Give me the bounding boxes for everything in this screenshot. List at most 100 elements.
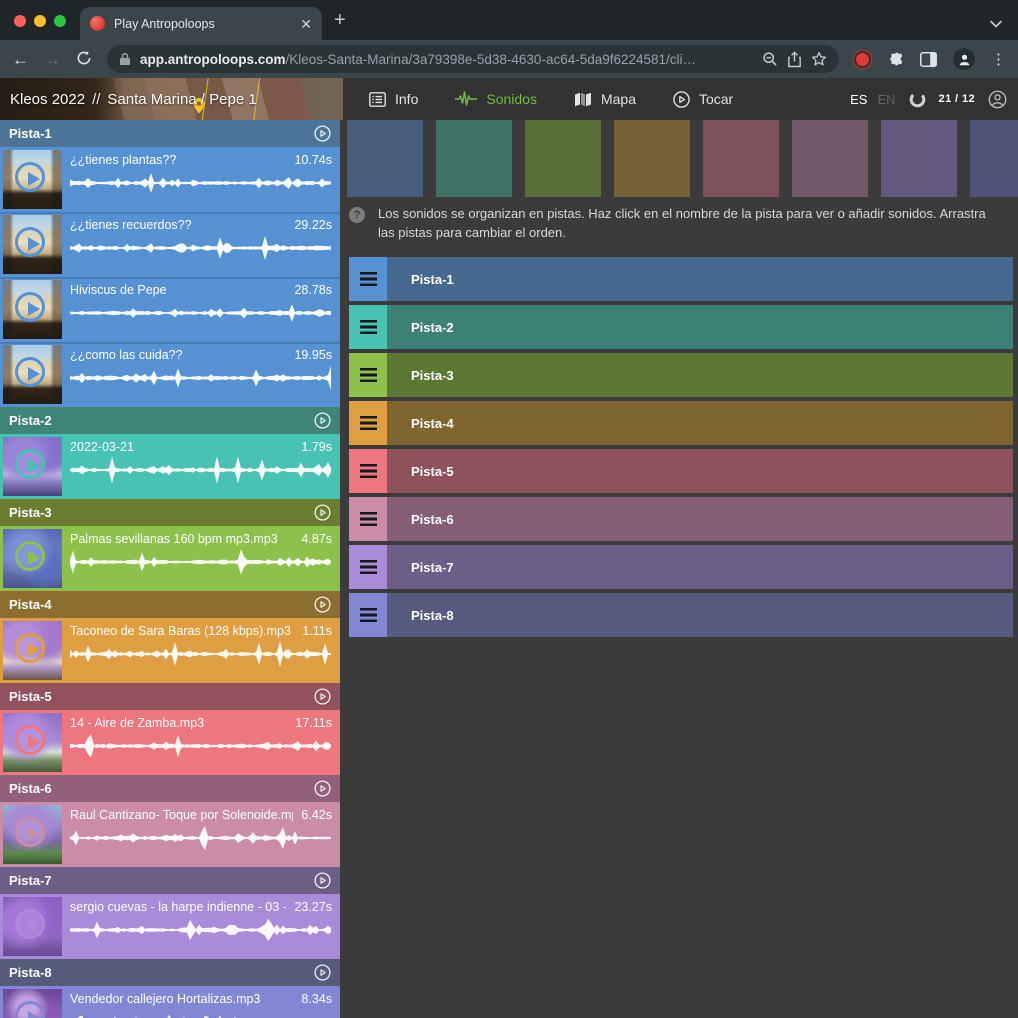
zoom-out-icon[interactable] xyxy=(762,51,778,67)
track-name[interactable]: Pista-8 xyxy=(9,965,314,980)
clip-play-icon[interactable] xyxy=(15,162,45,192)
audio-clip[interactable]: Hiviscus de Pepe28.78s xyxy=(0,277,340,342)
side-panel-icon[interactable] xyxy=(920,52,937,67)
drag-handle[interactable] xyxy=(349,449,387,493)
track-play-button[interactable] xyxy=(314,412,331,429)
back-button[interactable]: ← xyxy=(12,51,29,68)
clip-play-icon[interactable] xyxy=(15,817,45,847)
audio-clip[interactable]: Raul Cantizano- Toque por Solenoide.mp36… xyxy=(0,802,340,867)
pad-pista-4[interactable] xyxy=(614,120,690,197)
recorder-extension-icon[interactable] xyxy=(856,53,869,66)
track-play-button[interactable] xyxy=(314,596,331,613)
nav-info[interactable]: Info xyxy=(369,91,418,107)
lang-en[interactable]: EN xyxy=(877,92,895,107)
forward-button[interactable]: → xyxy=(44,51,61,68)
track-row-bar[interactable]: Pista-3 xyxy=(387,353,1013,397)
pad-pista-7[interactable] xyxy=(881,120,957,197)
browser-profile-avatar[interactable] xyxy=(953,48,975,70)
track-play-button[interactable] xyxy=(314,964,331,981)
track-row-pista-7[interactable]: Pista-7 xyxy=(349,545,1013,589)
track-play-button[interactable] xyxy=(314,688,331,705)
audio-clip[interactable]: Vendedor callejero Hortalizas.mp38.34s xyxy=(0,986,340,1018)
minimize-window-button[interactable] xyxy=(34,15,46,27)
track-row-pista-1[interactable]: Pista-1 xyxy=(349,257,1013,301)
track-row-pista-3[interactable]: Pista-3 xyxy=(349,353,1013,397)
account-icon[interactable] xyxy=(988,90,1007,109)
track-name[interactable]: Pista-3 xyxy=(9,505,314,520)
track-row-bar[interactable]: Pista-8 xyxy=(387,593,1013,637)
close-window-button[interactable] xyxy=(14,15,26,27)
track-row-bar[interactable]: Pista-4 xyxy=(387,401,1013,445)
track-name[interactable]: Pista-5 xyxy=(9,689,314,704)
audio-clip[interactable]: Taconeo de Sara Baras (128 kbps).mp31.11… xyxy=(0,618,340,683)
reload-button[interactable] xyxy=(76,50,92,69)
track-row-pista-4[interactable]: Pista-4 xyxy=(349,401,1013,445)
track-row-pista-8[interactable]: Pista-8 xyxy=(349,593,1013,637)
clip-play-icon[interactable] xyxy=(15,725,45,755)
project-cover-image[interactable]: Kleos 2022//Santa Marina / Pepe 1 xyxy=(0,78,343,120)
pad-pista-1[interactable] xyxy=(347,120,423,197)
bookmark-star-icon[interactable] xyxy=(811,51,827,67)
audio-clip[interactable]: 14 - Aire de Zamba.mp317.11s xyxy=(0,710,340,775)
clip-play-icon[interactable] xyxy=(15,909,45,939)
clip-play-icon[interactable] xyxy=(15,633,45,663)
track-name[interactable]: Pista-6 xyxy=(9,781,314,796)
track-row-bar[interactable]: Pista-7 xyxy=(387,545,1013,589)
tab-search-chevron-icon[interactable] xyxy=(990,15,1002,33)
browser-tab[interactable]: Play Antropoloops ✕ xyxy=(80,7,322,40)
zoom-window-button[interactable] xyxy=(54,15,66,27)
track-row-bar[interactable]: Pista-2 xyxy=(387,305,1013,349)
new-tab-button[interactable]: + xyxy=(334,9,346,32)
clip-play-icon[interactable] xyxy=(15,292,45,322)
clip-play-icon[interactable] xyxy=(15,227,45,257)
drag-handle[interactable] xyxy=(349,497,387,541)
audio-clip[interactable]: ¿¿tienes plantas??10.74s xyxy=(0,147,340,212)
drag-handle[interactable] xyxy=(349,545,387,589)
share-icon[interactable] xyxy=(787,51,802,68)
track-row-bar[interactable]: Pista-1 xyxy=(387,257,1013,301)
clip-play-icon[interactable] xyxy=(15,357,45,387)
track-name[interactable]: Pista-2 xyxy=(9,413,314,428)
url-bar[interactable]: app.antropoloops.com/Kleos-Santa-Marina/… xyxy=(107,45,839,73)
pad-pista-2[interactable] xyxy=(436,120,512,197)
audio-clip[interactable]: ¿¿tienes recuerdos??29.22s xyxy=(0,212,340,277)
audio-clip[interactable]: ¿¿como las cuida??19.95s xyxy=(0,342,340,407)
pad-pista-6[interactable] xyxy=(792,120,868,197)
drag-handle[interactable] xyxy=(349,305,387,349)
track-header[interactable]: Pista-3 xyxy=(0,499,340,526)
drag-handle[interactable] xyxy=(349,353,387,397)
drag-handle[interactable] xyxy=(349,593,387,637)
nav-mapa[interactable]: Mapa xyxy=(574,91,636,107)
track-play-button[interactable] xyxy=(314,872,331,889)
track-play-button[interactable] xyxy=(314,125,331,142)
track-play-button[interactable] xyxy=(314,504,331,521)
track-header[interactable]: Pista-7 xyxy=(0,867,340,894)
audio-clip[interactable]: 2022-03-211.79s xyxy=(0,434,340,499)
track-name[interactable]: Pista-7 xyxy=(9,873,314,888)
track-play-button[interactable] xyxy=(314,780,331,797)
nav-sonidos[interactable]: Sonidos xyxy=(455,91,537,107)
track-row-bar[interactable]: Pista-5 xyxy=(387,449,1013,493)
track-header[interactable]: Pista-4 xyxy=(0,591,340,618)
track-header[interactable]: Pista-6 xyxy=(0,775,340,802)
drag-handle[interactable] xyxy=(349,401,387,445)
track-row-pista-2[interactable]: Pista-2 xyxy=(349,305,1013,349)
tab-close-icon[interactable]: ✕ xyxy=(300,17,312,31)
lang-es[interactable]: ES xyxy=(850,92,867,107)
clip-play-icon[interactable] xyxy=(15,541,45,571)
extensions-puzzle-icon[interactable] xyxy=(887,51,904,68)
audio-clip[interactable]: sergio cuevas - la harpe indienne - 03 -… xyxy=(0,894,340,959)
clip-play-icon[interactable] xyxy=(15,449,45,479)
track-row-bar[interactable]: Pista-6 xyxy=(387,497,1013,541)
nav-tocar[interactable]: Tocar xyxy=(673,91,733,108)
track-header[interactable]: Pista-1 xyxy=(0,120,340,147)
browser-menu-kebab-icon[interactable]: ⋮ xyxy=(991,50,1006,68)
track-name[interactable]: Pista-1 xyxy=(9,126,314,141)
pad-pista-5[interactable] xyxy=(703,120,779,197)
track-row-pista-6[interactable]: Pista-6 xyxy=(349,497,1013,541)
track-row-pista-5[interactable]: Pista-5 xyxy=(349,449,1013,493)
pad-pista-8[interactable] xyxy=(970,120,1018,197)
audio-clip[interactable]: Palmas sevillanas 160 bpm mp3.mp34.87s xyxy=(0,526,340,591)
track-header[interactable]: Pista-8 xyxy=(0,959,340,986)
pad-pista-3[interactable] xyxy=(525,120,601,197)
